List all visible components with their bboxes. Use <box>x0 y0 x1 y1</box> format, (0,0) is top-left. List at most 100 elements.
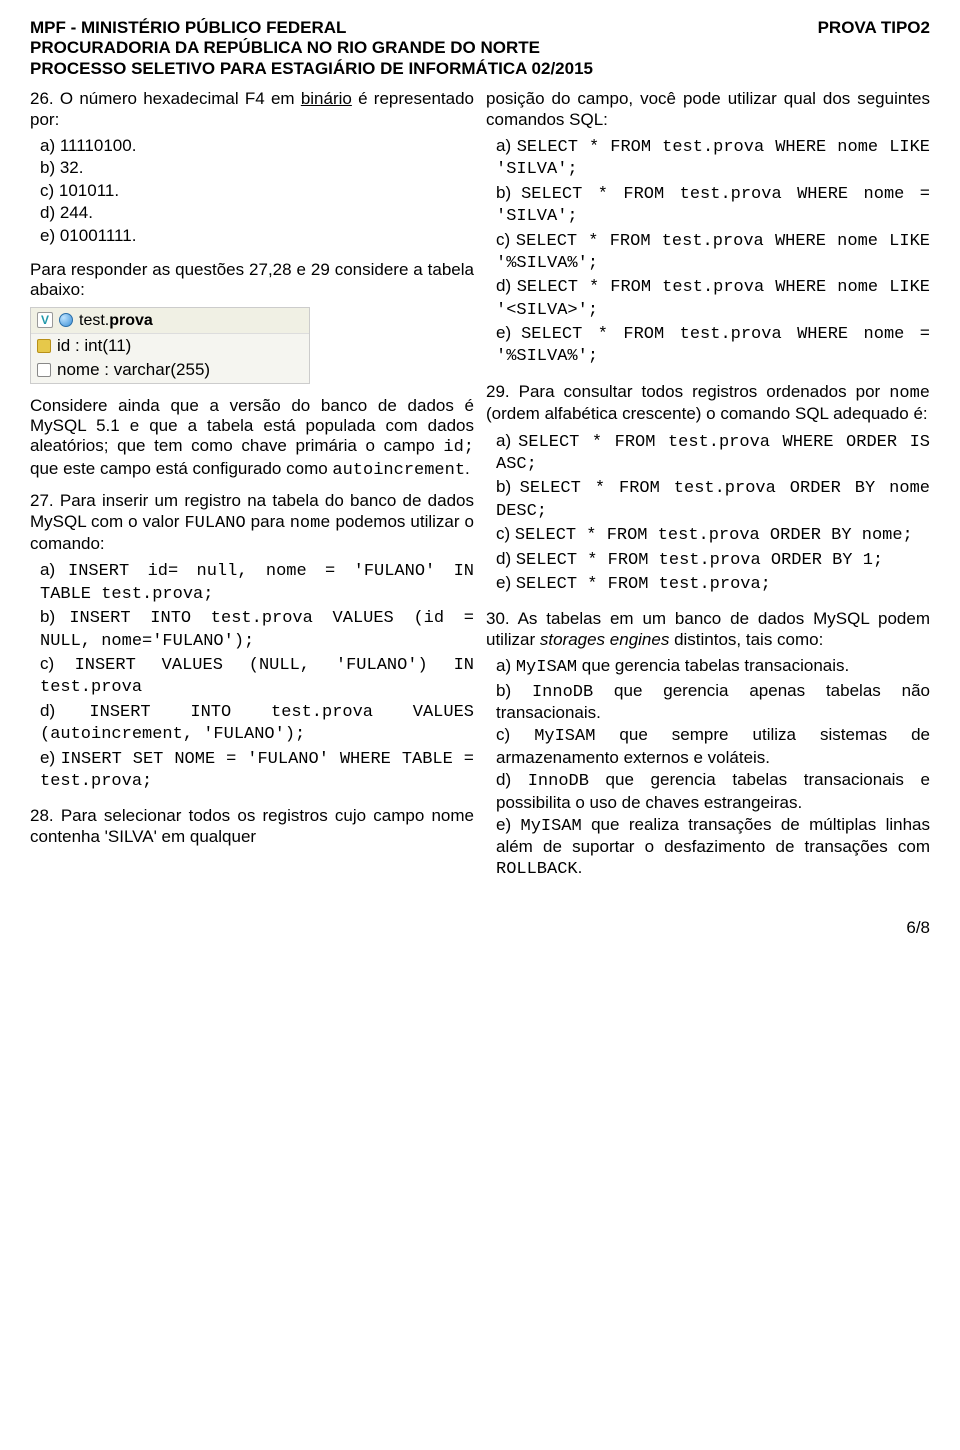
header-org: MPF - MINISTÉRIO PÚBLICO FEDERAL <box>30 18 346 38</box>
q27-a-body: INSERT id= null, nome = 'FULANO' IN TABL… <box>40 562 474 603</box>
ctx-code1: id; <box>443 438 474 457</box>
q28-e-body: SELECT * FROM test.prova WHERE nome = '%… <box>496 325 930 366</box>
q30-e-code: MyISAM <box>521 817 582 836</box>
q29-e: e) SELECT * FROM test.prova; <box>496 573 930 595</box>
q28-e: e) SELECT * FROM test.prova WHERE nome =… <box>496 323 930 368</box>
q30-c-code: MyISAM <box>534 727 595 746</box>
q29-d-pref: d) <box>496 549 516 568</box>
q27-b-pref: b) <box>40 607 69 626</box>
ctx-code2: autoincrement <box>332 461 465 480</box>
q30-e-rest2: . <box>578 858 583 877</box>
q30-d-pref: d) <box>496 770 528 789</box>
q28-c: c) SELECT * FROM test.prova WHERE nome L… <box>496 230 930 275</box>
q26-a: a) 11110100. <box>40 136 474 156</box>
table-schema-image: V test.prova id : int(11) nome : varchar… <box>30 307 310 384</box>
table-name-row: V test.prova <box>31 308 309 334</box>
q27-t2: para <box>246 512 290 531</box>
table-name: test.prova <box>79 311 153 330</box>
q28-a-pref: a) <box>496 136 517 155</box>
q26-options: a) 11110100. b) 32. c) 101011. d) 244. e… <box>30 136 474 246</box>
intro-2728: Para responder as questões 27,28 e 29 co… <box>30 260 474 301</box>
q29-d-body: SELECT * FROM test.prova ORDER BY 1; <box>516 551 883 570</box>
q30-italic: storages engines <box>540 630 669 649</box>
q26-d: d) 244. <box>40 203 474 223</box>
q28-a-body: SELECT * FROM test.prova WHERE nome LIKE… <box>496 138 930 179</box>
q27-options: a) INSERT id= null, nome = 'FULANO' IN T… <box>30 560 474 792</box>
q30-t2: distintos, tais como: <box>669 630 823 649</box>
q30-b-pref: b) <box>496 681 532 700</box>
q27-c: c) INSERT VALUES (NULL, 'FULANO') IN tes… <box>40 654 474 699</box>
q27-e-pref: e) <box>40 748 61 767</box>
table-col-nome: nome : varchar(255) <box>31 358 309 382</box>
q26-e: e) 01001111. <box>40 226 474 246</box>
q27-text: 27. Para inserir um registro na tabela d… <box>30 491 474 554</box>
q28-c-body: SELECT * FROM test.prova WHERE nome LIKE… <box>496 232 930 273</box>
q30-a-code: MyISAM <box>516 658 577 677</box>
q28-e-pref: e) <box>496 323 521 342</box>
q30-b-code: InnoDB <box>532 683 593 702</box>
q27-e-body: INSERT SET NOME = 'FULANO' WHERE TABLE =… <box>40 750 474 791</box>
q29-c: c) SELECT * FROM test.prova ORDER BY nom… <box>496 524 930 546</box>
q30-options: a) MyISAM que gerencia tabelas transacio… <box>486 656 930 880</box>
q29-b-body: SELECT * FROM test.prova ORDER BY nome D… <box>496 479 930 520</box>
q29-e-body: SELECT * FROM test.prova; <box>516 575 771 594</box>
context-paragraph: Considere ainda que a versão do banco de… <box>30 396 474 482</box>
q30-e: e) MyISAM que realiza transações de múlt… <box>496 815 930 880</box>
q29-c1: nome <box>889 384 930 403</box>
q28-b-body: SELECT * FROM test.prova WHERE nome = 'S… <box>496 185 930 226</box>
q29-e-pref: e) <box>496 573 516 592</box>
q27-b: b) INSERT INTO test.prova VALUES (id = N… <box>40 607 474 652</box>
table-name-bold: prova <box>109 312 153 329</box>
circle-icon <box>59 313 73 327</box>
q27-a-pref: a) <box>40 560 68 579</box>
q27-d-body: INSERT INTO test.prova VALUES (autoincre… <box>40 703 474 744</box>
q28-text-part2: posição do campo, você pode utilizar qua… <box>486 89 930 130</box>
q30-a: a) MyISAM que gerencia tabelas transacio… <box>496 656 930 678</box>
q29-d: d) SELECT * FROM test.prova ORDER BY 1; <box>496 549 930 571</box>
ctx-b: que este campo está configurado como <box>30 459 332 478</box>
q29-a-body: SELECT * FROM test.prova WHERE ORDER IS … <box>496 433 930 474</box>
q30-e-code2: ROLLBACK <box>496 860 578 879</box>
q28-c-pref: c) <box>496 230 516 249</box>
q28-b-pref: b) <box>496 183 521 202</box>
q30-b: b) InnoDB que gerencia apenas tabelas nã… <box>496 681 930 724</box>
q29-a: a) SELECT * FROM test.prova WHERE ORDER … <box>496 431 930 476</box>
q27-b-body: INSERT INTO test.prova VALUES (id = NULL… <box>40 609 474 650</box>
q28-text-part1: 28. Para selecionar todos os registros c… <box>30 806 474 847</box>
q29-t2: (ordem alfabética crescente) o comando S… <box>486 404 928 423</box>
q28-options: a) SELECT * FROM test.prova WHERE nome L… <box>486 136 930 368</box>
table-col1-text: id : int(11) <box>57 336 131 356</box>
q29-options: a) SELECT * FROM test.prova WHERE ORDER … <box>486 431 930 596</box>
q26-pre: 26. O número hexadecimal F4 em <box>30 89 301 108</box>
q28-d-body: SELECT * FROM test.prova WHERE nome LIKE… <box>496 278 930 319</box>
q30-text: 30. As tabelas em um banco de dados MySQ… <box>486 609 930 650</box>
ctx-c: . <box>465 459 470 478</box>
q28-a: a) SELECT * FROM test.prova WHERE nome L… <box>496 136 930 181</box>
q26-b: b) 32. <box>40 158 474 178</box>
q30-d-code: InnoDB <box>528 772 589 791</box>
q30-a-pref: a) <box>496 656 516 675</box>
q26-c: c) 101011. <box>40 181 474 201</box>
q27-c-body: INSERT VALUES (NULL, 'FULANO') IN test.p… <box>40 656 474 697</box>
q28-b: b) SELECT * FROM test.prova WHERE nome =… <box>496 183 930 228</box>
left-column: 26. O número hexadecimal F4 em binário é… <box>30 89 474 894</box>
q27-c-pref: c) <box>40 654 75 673</box>
q27-d: d) INSERT INTO test.prova VALUES (autoin… <box>40 701 474 746</box>
table-name-plain: test. <box>79 312 109 329</box>
q27-d-pref: d) <box>40 701 89 720</box>
q26-underlined: binário <box>301 89 352 108</box>
right-column: posição do campo, você pode utilizar qua… <box>486 89 930 894</box>
q30-c-pref: c) <box>496 725 534 744</box>
q27-e: e) INSERT SET NOME = 'FULANO' WHERE TABL… <box>40 748 474 793</box>
q27-a: a) INSERT id= null, nome = 'FULANO' IN T… <box>40 560 474 605</box>
q29-text: 29. Para consultar todos registros orden… <box>486 382 930 425</box>
q27-c1: FULANO <box>184 514 245 533</box>
table-col-id: id : int(11) <box>31 334 309 358</box>
header-prova: PROVA TIPO2 <box>818 18 930 38</box>
doc-icon <box>37 363 51 377</box>
view-icon: V <box>37 312 53 328</box>
header-line2: PROCURADORIA DA REPÚBLICA NO RIO GRANDE … <box>30 38 930 58</box>
q30-a-rest: que gerencia tabelas transacionais. <box>577 656 849 675</box>
q30-c: c) MyISAM que sempre utiliza sistemas de… <box>496 725 930 768</box>
q26-text: 26. O número hexadecimal F4 em binário é… <box>30 89 474 130</box>
